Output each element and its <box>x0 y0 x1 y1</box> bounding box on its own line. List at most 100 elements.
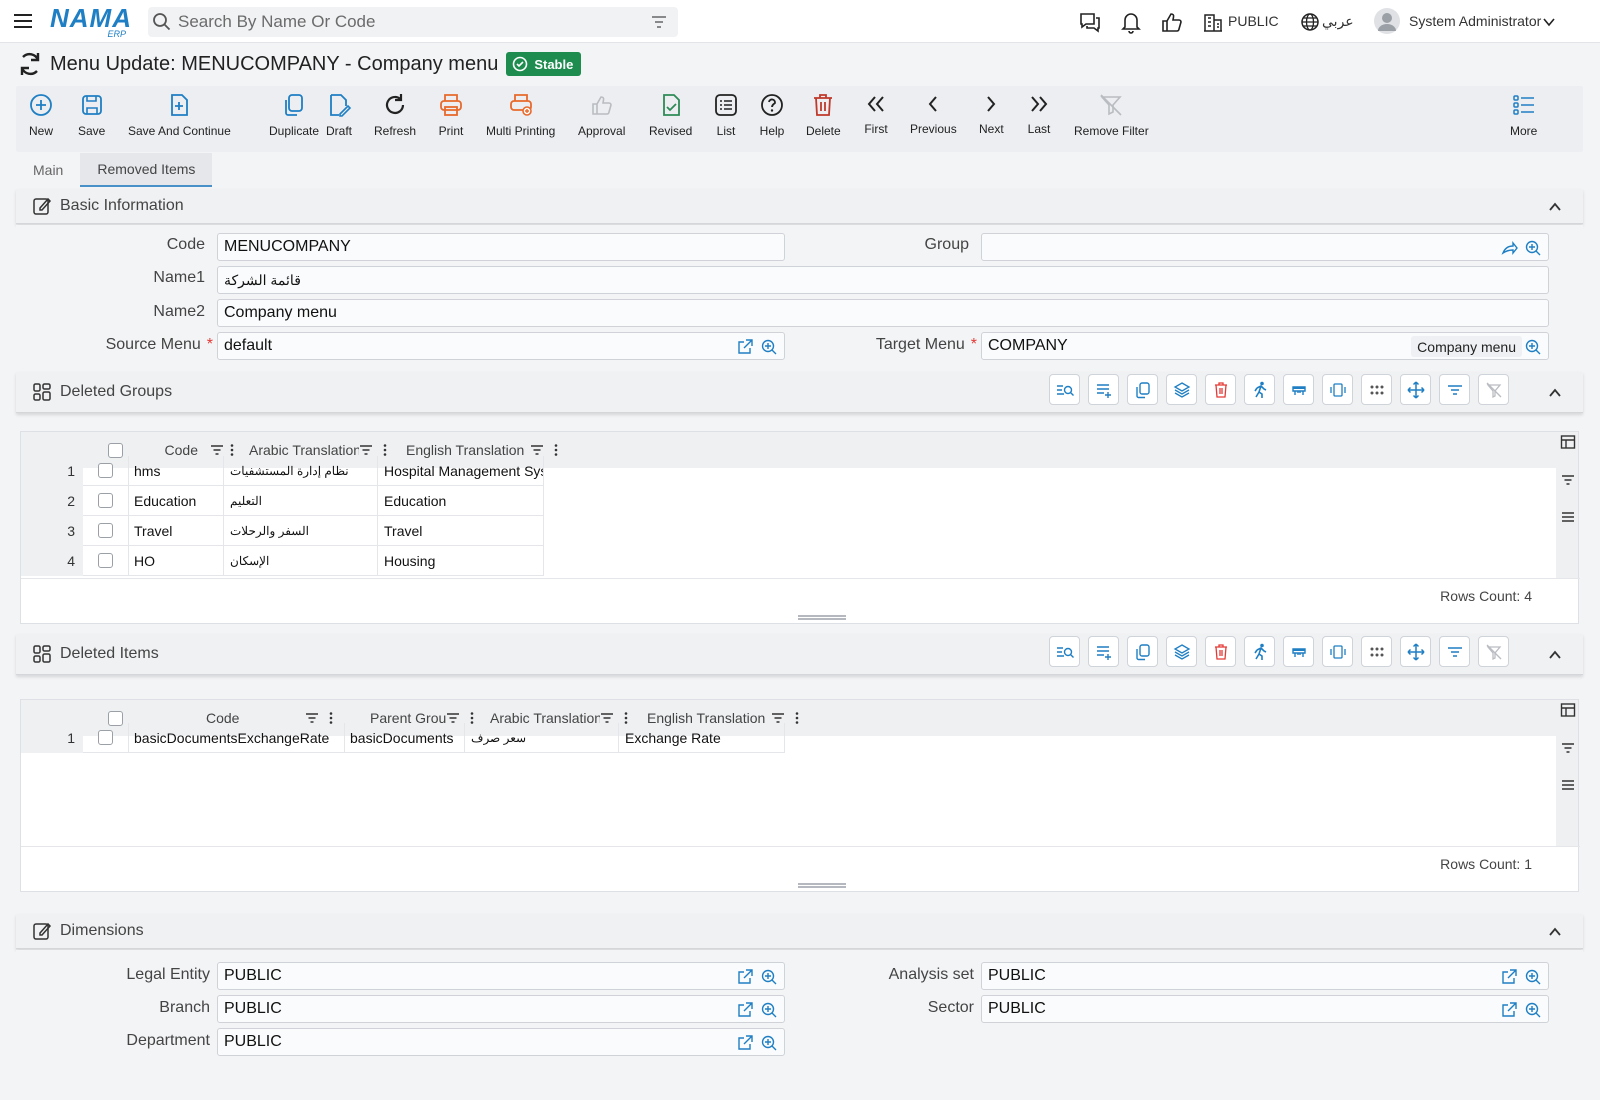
grid-dots-button[interactable] <box>1361 636 1392 667</box>
lookup-search-icon[interactable] <box>760 1034 778 1052</box>
chat-icon[interactable] <box>1078 10 1102 34</box>
menu-lines-icon[interactable] <box>1560 777 1576 793</box>
row-checkbox[interactable] <box>83 456 129 486</box>
grid-run-button[interactable] <box>1244 374 1275 405</box>
list-button[interactable]: List <box>713 92 739 138</box>
delete-button[interactable]: Delete <box>806 92 841 138</box>
hamburger-menu-icon[interactable] <box>12 10 34 32</box>
cell-arabic-translation[interactable]: السفر والرحلات <box>224 516 378 546</box>
approval-button[interactable]: Approval <box>578 92 625 138</box>
grid-dots-button[interactable] <box>1361 374 1392 405</box>
grid-filter-button[interactable] <box>1439 636 1470 667</box>
analysis-set-field[interactable]: PUBLIC <box>981 962 1549 990</box>
filter-icon[interactable] <box>210 443 224 457</box>
next-button[interactable]: Next <box>979 92 1004 136</box>
external-link-icon[interactable] <box>736 338 754 356</box>
menu-lines-icon[interactable] <box>1560 509 1576 525</box>
column-menu-icon[interactable] <box>383 443 387 457</box>
grid-layers-button[interactable] <box>1166 636 1197 667</box>
grid-table-button[interactable] <box>1283 374 1314 405</box>
globe-icon[interactable] <box>1300 12 1320 32</box>
row-checkbox[interactable] <box>83 546 129 576</box>
source-menu-field[interactable]: default <box>217 332 785 360</box>
new-button[interactable]: New <box>28 92 54 138</box>
grid-add-row-button[interactable] <box>1088 374 1119 405</box>
multi-printing-button[interactable]: Multi Printing <box>486 92 555 138</box>
grid-delete-button[interactable] <box>1205 374 1236 405</box>
cell-code[interactable]: basicDocumentsExchangeRate <box>129 723 345 753</box>
column-menu-icon[interactable] <box>554 443 558 457</box>
chevron-up-icon[interactable] <box>1547 924 1563 940</box>
duplicate-button[interactable]: Duplicate <box>269 92 319 138</box>
external-link-icon[interactable] <box>1500 968 1518 986</box>
cell-code[interactable]: Education <box>129 486 224 516</box>
grid-copy-button[interactable] <box>1127 374 1158 405</box>
cell-english-translation[interactable]: Education <box>378 486 544 516</box>
remove-filter-button[interactable]: Remove Filter <box>1074 92 1149 138</box>
external-link-icon[interactable] <box>1500 1001 1518 1019</box>
thumbs-up-icon[interactable] <box>1160 10 1184 34</box>
more-button[interactable]: More <box>1510 92 1537 138</box>
lookup-search-icon[interactable] <box>1524 1001 1542 1019</box>
grid-move-button[interactable] <box>1400 374 1431 405</box>
cell-english-translation[interactable]: Exchange Rate <box>619 723 785 753</box>
resize-handle[interactable] <box>798 615 846 620</box>
row-checkbox[interactable] <box>83 486 129 516</box>
chevron-up-icon[interactable] <box>1547 385 1563 401</box>
cell-code[interactable]: Travel <box>129 516 224 546</box>
code-field[interactable]: MENUCOMPANY <box>217 233 785 261</box>
user-name[interactable]: System Administrator <box>1409 13 1541 29</box>
open-link-icon[interactable] <box>1500 239 1518 257</box>
filter-panel-icon[interactable] <box>1560 472 1576 488</box>
save-button[interactable]: Save <box>78 92 105 138</box>
tab-removed-items[interactable]: Removed Items <box>80 153 213 187</box>
user-avatar-icon[interactable] <box>1373 7 1401 35</box>
deleted-groups-header[interactable]: Deleted Groups <box>16 372 1583 413</box>
search-filter-icon[interactable] <box>650 13 668 31</box>
language-switch[interactable]: عربي <box>1322 13 1354 30</box>
revised-button[interactable]: Revised <box>649 92 692 138</box>
cell-english-translation[interactable]: Hospital Management System <box>378 456 544 486</box>
column-menu-icon[interactable] <box>795 711 799 725</box>
cell-parent-group[interactable]: basicDocuments <box>345 723 465 753</box>
external-link-icon[interactable] <box>736 968 754 986</box>
save-and-continue-button[interactable]: Save And Continue <box>128 92 231 138</box>
department-field[interactable]: PUBLIC <box>217 1028 785 1056</box>
help-button[interactable]: Help <box>759 92 785 138</box>
lookup-search-icon[interactable] <box>1524 239 1542 257</box>
last-button[interactable]: Last <box>1027 92 1051 136</box>
grid-move-button[interactable] <box>1400 636 1431 667</box>
target-menu-field[interactable]: COMPANY Company menu <box>981 332 1549 360</box>
grid-search-button[interactable] <box>1049 374 1080 405</box>
cell-arabic-translation[interactable]: سعر صرف <box>465 723 619 753</box>
grid-add-row-button[interactable] <box>1088 636 1119 667</box>
external-link-icon[interactable] <box>736 1034 754 1052</box>
grid-table-button[interactable] <box>1283 636 1314 667</box>
group-field[interactable] <box>981 233 1549 261</box>
legal-entity-field[interactable]: PUBLIC <box>217 962 785 990</box>
branch-field[interactable]: PUBLIC <box>217 995 785 1023</box>
row-checkbox[interactable] <box>83 516 129 546</box>
dimensions-header[interactable]: Dimensions <box>16 914 1583 949</box>
filter-panel-icon[interactable] <box>1560 740 1576 756</box>
chevron-up-icon[interactable] <box>1547 199 1563 215</box>
cell-code[interactable]: HO <box>129 546 224 576</box>
filter-icon[interactable] <box>530 443 544 457</box>
grid-filter-button[interactable] <box>1439 374 1470 405</box>
chevron-up-icon[interactable] <box>1547 647 1563 663</box>
global-search[interactable] <box>148 7 678 37</box>
grid-fit-button[interactable] <box>1322 636 1353 667</box>
tab-main[interactable]: Main <box>16 153 80 187</box>
cell-arabic-translation[interactable]: الإسكان <box>224 546 378 576</box>
print-button[interactable]: Print <box>438 92 464 138</box>
cell-english-translation[interactable]: Travel <box>378 516 544 546</box>
nama-erp-logo[interactable]: NAMA ERP <box>50 5 132 39</box>
cell-english-translation[interactable]: Housing <box>378 546 544 576</box>
name1-field[interactable]: قائمة الشركة <box>217 266 1549 294</box>
search-input[interactable] <box>172 12 650 32</box>
filter-icon[interactable] <box>359 443 373 457</box>
cell-arabic-translation[interactable]: التعليم <box>224 486 378 516</box>
chevron-down-icon[interactable] <box>1541 14 1557 30</box>
cell-arabic-translation[interactable]: نظام إدارة المستشفيات <box>224 456 378 486</box>
external-link-icon[interactable] <box>736 1001 754 1019</box>
